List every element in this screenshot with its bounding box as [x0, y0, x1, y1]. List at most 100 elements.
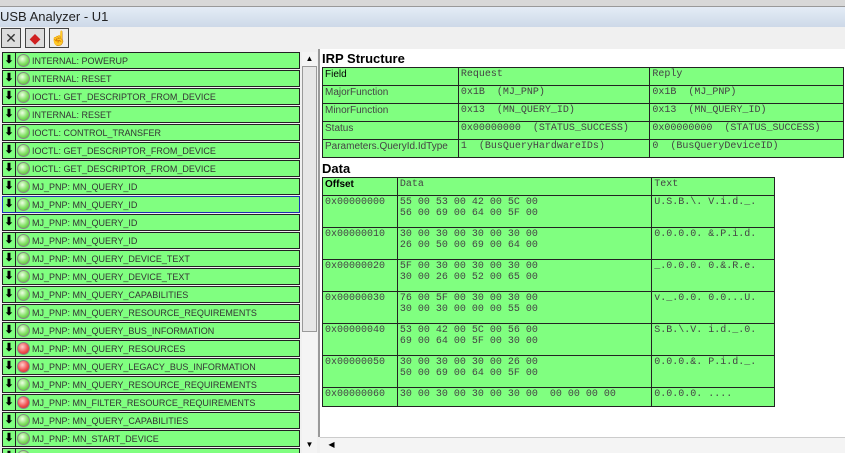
arrow-down-icon[interactable]: ⬇ [3, 323, 16, 338]
arrow-down-icon[interactable]: ⬇ [3, 53, 16, 68]
event-row[interactable]: ⬇ MJ_PNP: MN_QUERY_ID [2, 232, 300, 249]
arrow-down-icon[interactable]: ⬇ [3, 431, 16, 446]
arrow-down-icon[interactable]: ⬇ [3, 179, 16, 194]
status-led-icon [17, 306, 30, 319]
event-row[interactable]: ⬇ MJ_PNP: MN_QUERY_RESOURCES [2, 340, 300, 357]
table-cell: U.S.B.\. V.i.d._. [651, 195, 775, 228]
event-label: MJ_PNP: MN_QUERY_LEGACY_BUS_INFORMATION [32, 361, 256, 372]
event-row[interactable]: ⬇ IOCTL: GET_DESCRIPTOR_FROM_DEVICE [2, 142, 300, 159]
scroll-up-icon[interactable]: ▲ [302, 52, 317, 66]
event-row[interactable]: ⬇ IOCTL: CONTROL_TRANSFER [2, 124, 300, 141]
status-led-icon [17, 414, 30, 427]
event-row[interactable]: ⬇ INTERNAL: POWERUP [2, 52, 300, 69]
scroll-down-icon[interactable]: ▼ [302, 438, 317, 452]
table-row: 0x00000020 5F 00 30 00 30 00 30 00 30 00 … [322, 259, 775, 292]
table-cell: 0x00000020 [322, 259, 398, 292]
column-header: Request [457, 67, 651, 86]
arrow-down-icon[interactable]: ⬇ [3, 251, 16, 266]
column-header: Field [322, 67, 459, 86]
event-list: ⬇ INTERNAL: POWERUP ⬇ INTERNAL: RESET ⬇ IOCTL… [2, 52, 300, 453]
event-row[interactable]: ⬇ MJ_PNP: MN_QUERY_DEVICE_TEXT [2, 268, 300, 285]
table-cell: 0x13 (MN_QUERY_ID) [649, 103, 844, 122]
arrow-down-icon[interactable]: ⬇ [3, 449, 16, 453]
event-row[interactable]: ⬇ INTERNAL: RESET [2, 70, 300, 87]
status-led-icon [17, 324, 30, 337]
event-row[interactable]: ⬇ IOCTL: GET_DESCRIPTOR_FROM_DEVICE [2, 88, 300, 105]
table-header: Field Request Reply [322, 67, 844, 86]
column-header: Reply [649, 67, 844, 86]
event-row[interactable]: ⬇ MJ_PNP: MN_QUERY_BUS_INFORMATION [2, 322, 300, 339]
arrow-down-icon[interactable]: ⬇ [3, 341, 16, 356]
event-row[interactable]: ⬇ MJ_PNP: MN_START_DEVICE [2, 430, 300, 447]
event-row[interactable]: ⬇ INTERNAL: RESET [2, 106, 300, 123]
arrow-down-icon[interactable]: ⬇ [3, 161, 16, 176]
event-label: MJ_PNP: MN_QUERY_DEVICE_TEXT [32, 253, 190, 264]
arrow-down-icon[interactable]: ⬇ [3, 107, 16, 122]
table-cell: 0x1B (MJ_PNP) [457, 85, 651, 104]
table-cell: 0x00000000 (STATUS_SUCCESS) [649, 121, 844, 140]
arrow-down-icon[interactable]: ⬇ [3, 413, 16, 428]
hand-icon[interactable]: ☝ [49, 28, 69, 48]
arrow-down-icon[interactable]: ⬇ [3, 197, 16, 212]
arrow-down-icon[interactable]: ⬇ [3, 287, 16, 302]
event-list-scrollbar[interactable]: ▲ ▼ [302, 52, 317, 453]
event-row[interactable]: ⬇ IOCTL: GET_DESCRIPTOR_FROM_DEVICE [2, 160, 300, 177]
event-label: MJ_PNP: MN_QUERY_DEVICE_TEXT [32, 271, 190, 282]
table-header: Offset Data Text [322, 177, 775, 196]
event-label: MJ_PNP: MN_START_DEVICE [32, 433, 159, 444]
table-row: 0x00000040 53 00 42 00 5C 00 56 00 69 00 … [322, 323, 775, 356]
details-hscrollbar[interactable]: ◀ [320, 437, 845, 453]
arrow-down-icon[interactable]: ⬇ [3, 395, 16, 410]
data-title: Data [322, 161, 351, 176]
stop-icon[interactable]: ◆ [25, 28, 45, 48]
scroll-thumb[interactable] [302, 66, 317, 332]
table-cell: 0x1B (MJ_PNP) [649, 85, 844, 104]
status-led-icon [17, 54, 30, 67]
table-cell: 0x00000060 [322, 387, 398, 407]
table-cell: 0.0.0.&. P.i.d._. [651, 355, 775, 388]
event-label: MJ_PNP: MN_QUERY_RESOURCE_REQUIREMENTS [32, 379, 257, 390]
table-cell: MinorFunction [322, 103, 459, 122]
arrow-down-icon[interactable]: ⬇ [3, 377, 16, 392]
scroll-left-icon[interactable]: ◀ [324, 438, 339, 452]
arrow-down-icon[interactable]: ⬇ [3, 125, 16, 140]
event-row[interactable]: ⬇ MJ_PNP: MN_QUERY_RESOURCE_REQUIREMENTS [2, 304, 300, 321]
arrow-down-icon[interactable]: ⬇ [3, 233, 16, 248]
event-row[interactable]: ⬇ MJ_PNP: MN_QUERY_ID [2, 178, 300, 195]
table-cell: v._.0.0. 0.0...U. [651, 291, 775, 324]
event-row[interactable]: ⬇ MJ_PNP: MN_QUERY_CAPABILITIES [2, 286, 300, 303]
irp-title: IRP Structure [322, 51, 405, 66]
event-row[interactable]: ⬇ MJ_PNP: MN_QUERY_LEGACY_BUS_INFORMATION [2, 358, 300, 375]
event-row[interactable]: ⬇ MJ_PNP: MN_QUERY_RESOURCE_REQUIREMENTS [2, 376, 300, 393]
status-led-icon [17, 144, 30, 157]
event-row[interactable]: ⬇ MJ_PNP: MN_QUERY_ID [2, 214, 300, 231]
irp-table: Field Request Reply MajorFunction 0x1B (MJ_P… [322, 67, 844, 158]
arrow-down-icon[interactable]: ⬇ [3, 305, 16, 320]
event-row[interactable]: ⬇ MJ_PNP: MN_QUERY_ID [2, 196, 300, 213]
status-led-icon [17, 180, 30, 193]
arrow-down-icon[interactable]: ⬇ [3, 143, 16, 158]
table-row: 0x00000000 55 00 53 00 42 00 5C 00 56 00 … [322, 195, 775, 228]
event-label: MJ_PNP: MN_QUERY_CAPABILITIES [32, 415, 189, 426]
status-led-icon [17, 108, 30, 121]
table-cell: 1 (BusQueryHardwareIDs) [457, 139, 651, 158]
table-cell: S.B.\.V. i.d._.0. [651, 323, 775, 356]
close-icon[interactable]: ✕ [1, 28, 21, 48]
table-cell: 0x00000000 (STATUS_SUCCESS) [457, 121, 651, 140]
status-led-icon [17, 216, 30, 229]
status-led-icon [17, 378, 30, 391]
table-cell: 53 00 42 00 5C 00 56 00 69 00 64 00 5F 0… [396, 323, 653, 356]
arrow-down-icon[interactable]: ⬇ [3, 359, 16, 374]
status-led-icon [17, 342, 30, 355]
event-row[interactable]: ⬇ [2, 448, 300, 453]
arrow-down-icon[interactable]: ⬇ [3, 215, 16, 230]
arrow-down-icon[interactable]: ⬇ [3, 71, 16, 86]
status-led-icon [17, 432, 30, 445]
event-label: MJ_PNP: MN_QUERY_ID [32, 181, 138, 192]
event-row[interactable]: ⬇ MJ_PNP: MN_QUERY_CAPABILITIES [2, 412, 300, 429]
table-cell: Parameters.QueryId.IdType [322, 139, 459, 158]
arrow-down-icon[interactable]: ⬇ [3, 269, 16, 284]
event-row[interactable]: ⬇ MJ_PNP: MN_QUERY_DEVICE_TEXT [2, 250, 300, 267]
arrow-down-icon[interactable]: ⬇ [3, 89, 16, 104]
event-row[interactable]: ⬇ MJ_PNP: MN_FILTER_RESOURCE_REQUIREMENTS [2, 394, 300, 411]
